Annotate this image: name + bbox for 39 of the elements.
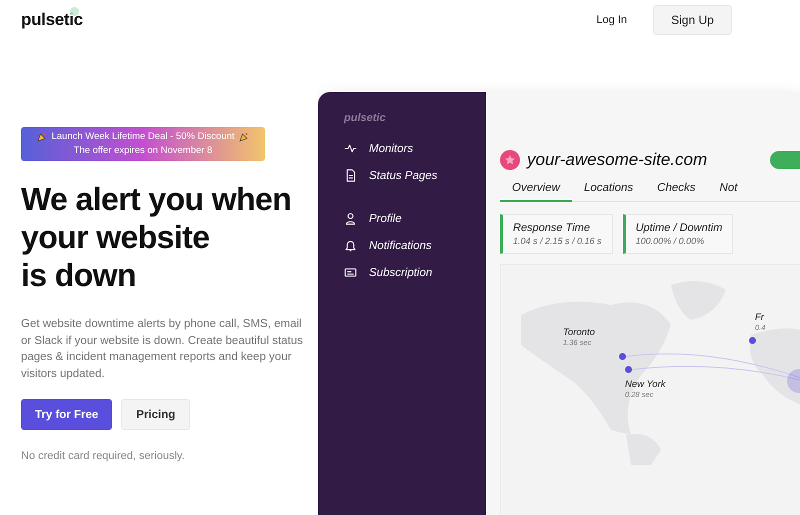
bell-icon <box>344 239 357 252</box>
login-link[interactable]: Log In <box>596 14 627 26</box>
card-value: 1.04 s / 2.15 s / 0.16 s <box>513 236 602 246</box>
tab[interactable]: Not <box>708 182 750 202</box>
tab[interactable]: Locations <box>572 182 646 202</box>
signup-button[interactable]: Sign Up <box>653 5 732 35</box>
try-free-button[interactable]: Try for Free <box>21 399 112 430</box>
person-icon <box>344 212 357 225</box>
logo[interactable]: pulsetic <box>21 10 83 30</box>
sidebar-item[interactable]: Profile <box>344 212 486 225</box>
party-popper-icon <box>238 132 249 142</box>
city-label: Toronto <box>563 327 595 338</box>
city-label: Fr <box>755 312 764 323</box>
card-value: 100.00% / 0.00% <box>636 236 706 246</box>
banner-subtitle: The offer expires on November 8 <box>74 144 212 158</box>
site-name: your-awesome-site.com <box>527 150 708 170</box>
card-title: Response Time <box>513 222 591 234</box>
status-pill <box>770 151 800 169</box>
party-popper-icon <box>37 132 48 142</box>
document-icon <box>344 169 357 182</box>
card-title: Uptime / Downtim <box>636 222 722 234</box>
tab[interactable]: Checks <box>645 182 708 202</box>
city-label: New York <box>625 379 666 390</box>
sidebar-item[interactable]: Subscription <box>344 266 486 279</box>
star-badge-icon <box>500 150 520 170</box>
pricing-button[interactable]: Pricing <box>121 399 190 430</box>
sidebar-item[interactable]: Notifications <box>344 239 486 252</box>
sidebar-logo: pulsetic <box>344 112 387 124</box>
note-text: No credit card required, seriously. <box>21 450 186 462</box>
tab[interactable]: Overview <box>500 182 572 202</box>
headline: We alert you when your website is down <box>21 180 292 294</box>
sidebar-item[interactable]: Monitors <box>344 142 486 155</box>
banner-title: Launch Week Lifetime Deal - 50% Discount <box>51 130 235 144</box>
promo-banner[interactable]: Launch Week Lifetime Deal - 50% Discount The offer expires on November 8 <box>21 127 265 161</box>
pulse-icon <box>344 142 357 155</box>
sidebar-item[interactable]: Status Pages <box>344 169 486 182</box>
card-icon <box>344 266 357 279</box>
location-dot <box>749 337 756 344</box>
description: Get website downtime alerts by phone call, SMS, email or Slack if your website is down. Create beautiful status pages & incident management reports and keep your visitors updated. <box>21 317 304 382</box>
